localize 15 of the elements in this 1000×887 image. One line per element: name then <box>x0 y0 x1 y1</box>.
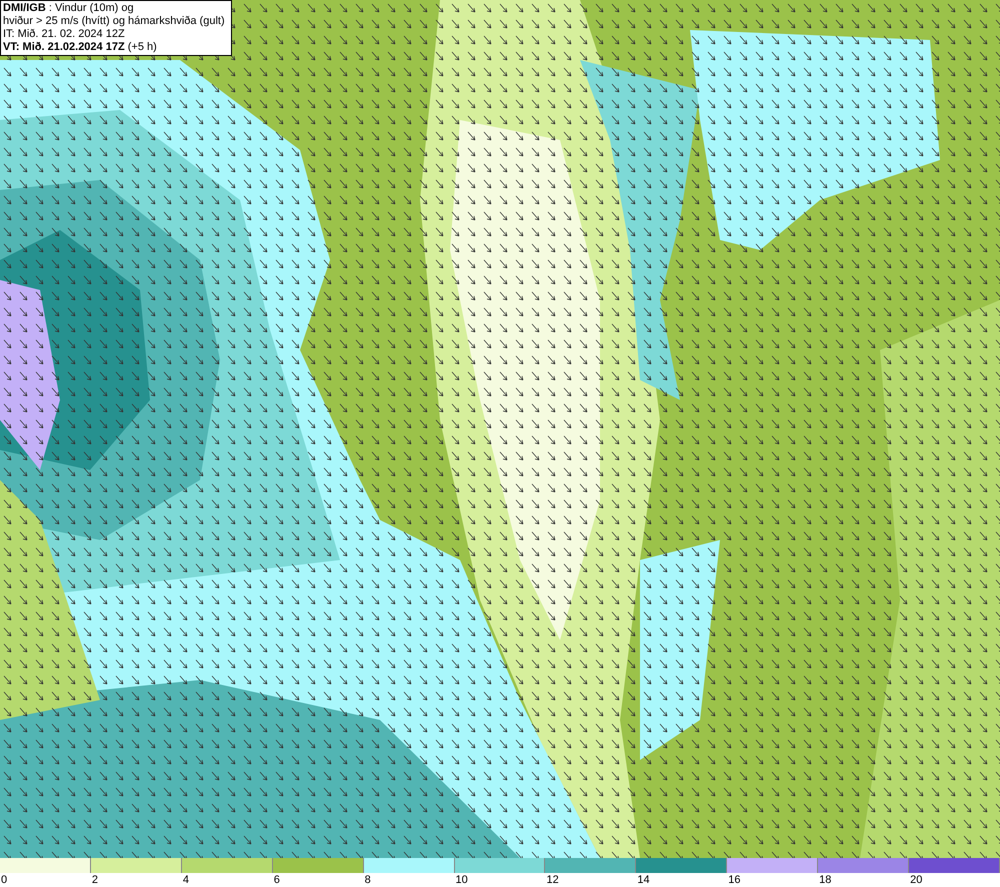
legend-label: 18 <box>819 873 832 887</box>
legend-label: 4 <box>182 873 189 887</box>
title-text: IT: Mið. 21. 02. 2024 12Z <box>3 28 126 41</box>
legend-label: 0 <box>1 873 8 887</box>
legend-label: 14 <box>637 873 650 887</box>
legend-label: 12 <box>546 873 559 887</box>
legend-label: 6 <box>274 873 280 887</box>
title-text: VT: Mið. 21.02.2024 17Z (+5 h) <box>3 41 158 54</box>
legend-label: 8 <box>364 873 371 887</box>
legend-label: 20 <box>910 873 922 887</box>
title-text: hviður > 25 m/s (hvítt) og hámarkshviða (gult) <box>3 15 226 28</box>
legend-label: 2 <box>92 873 98 887</box>
title-text: DMI/IGB : Vindur (10m) og <box>3 2 135 15</box>
legend-label: 10 <box>456 873 468 887</box>
legend-label: 16 <box>728 873 741 887</box>
